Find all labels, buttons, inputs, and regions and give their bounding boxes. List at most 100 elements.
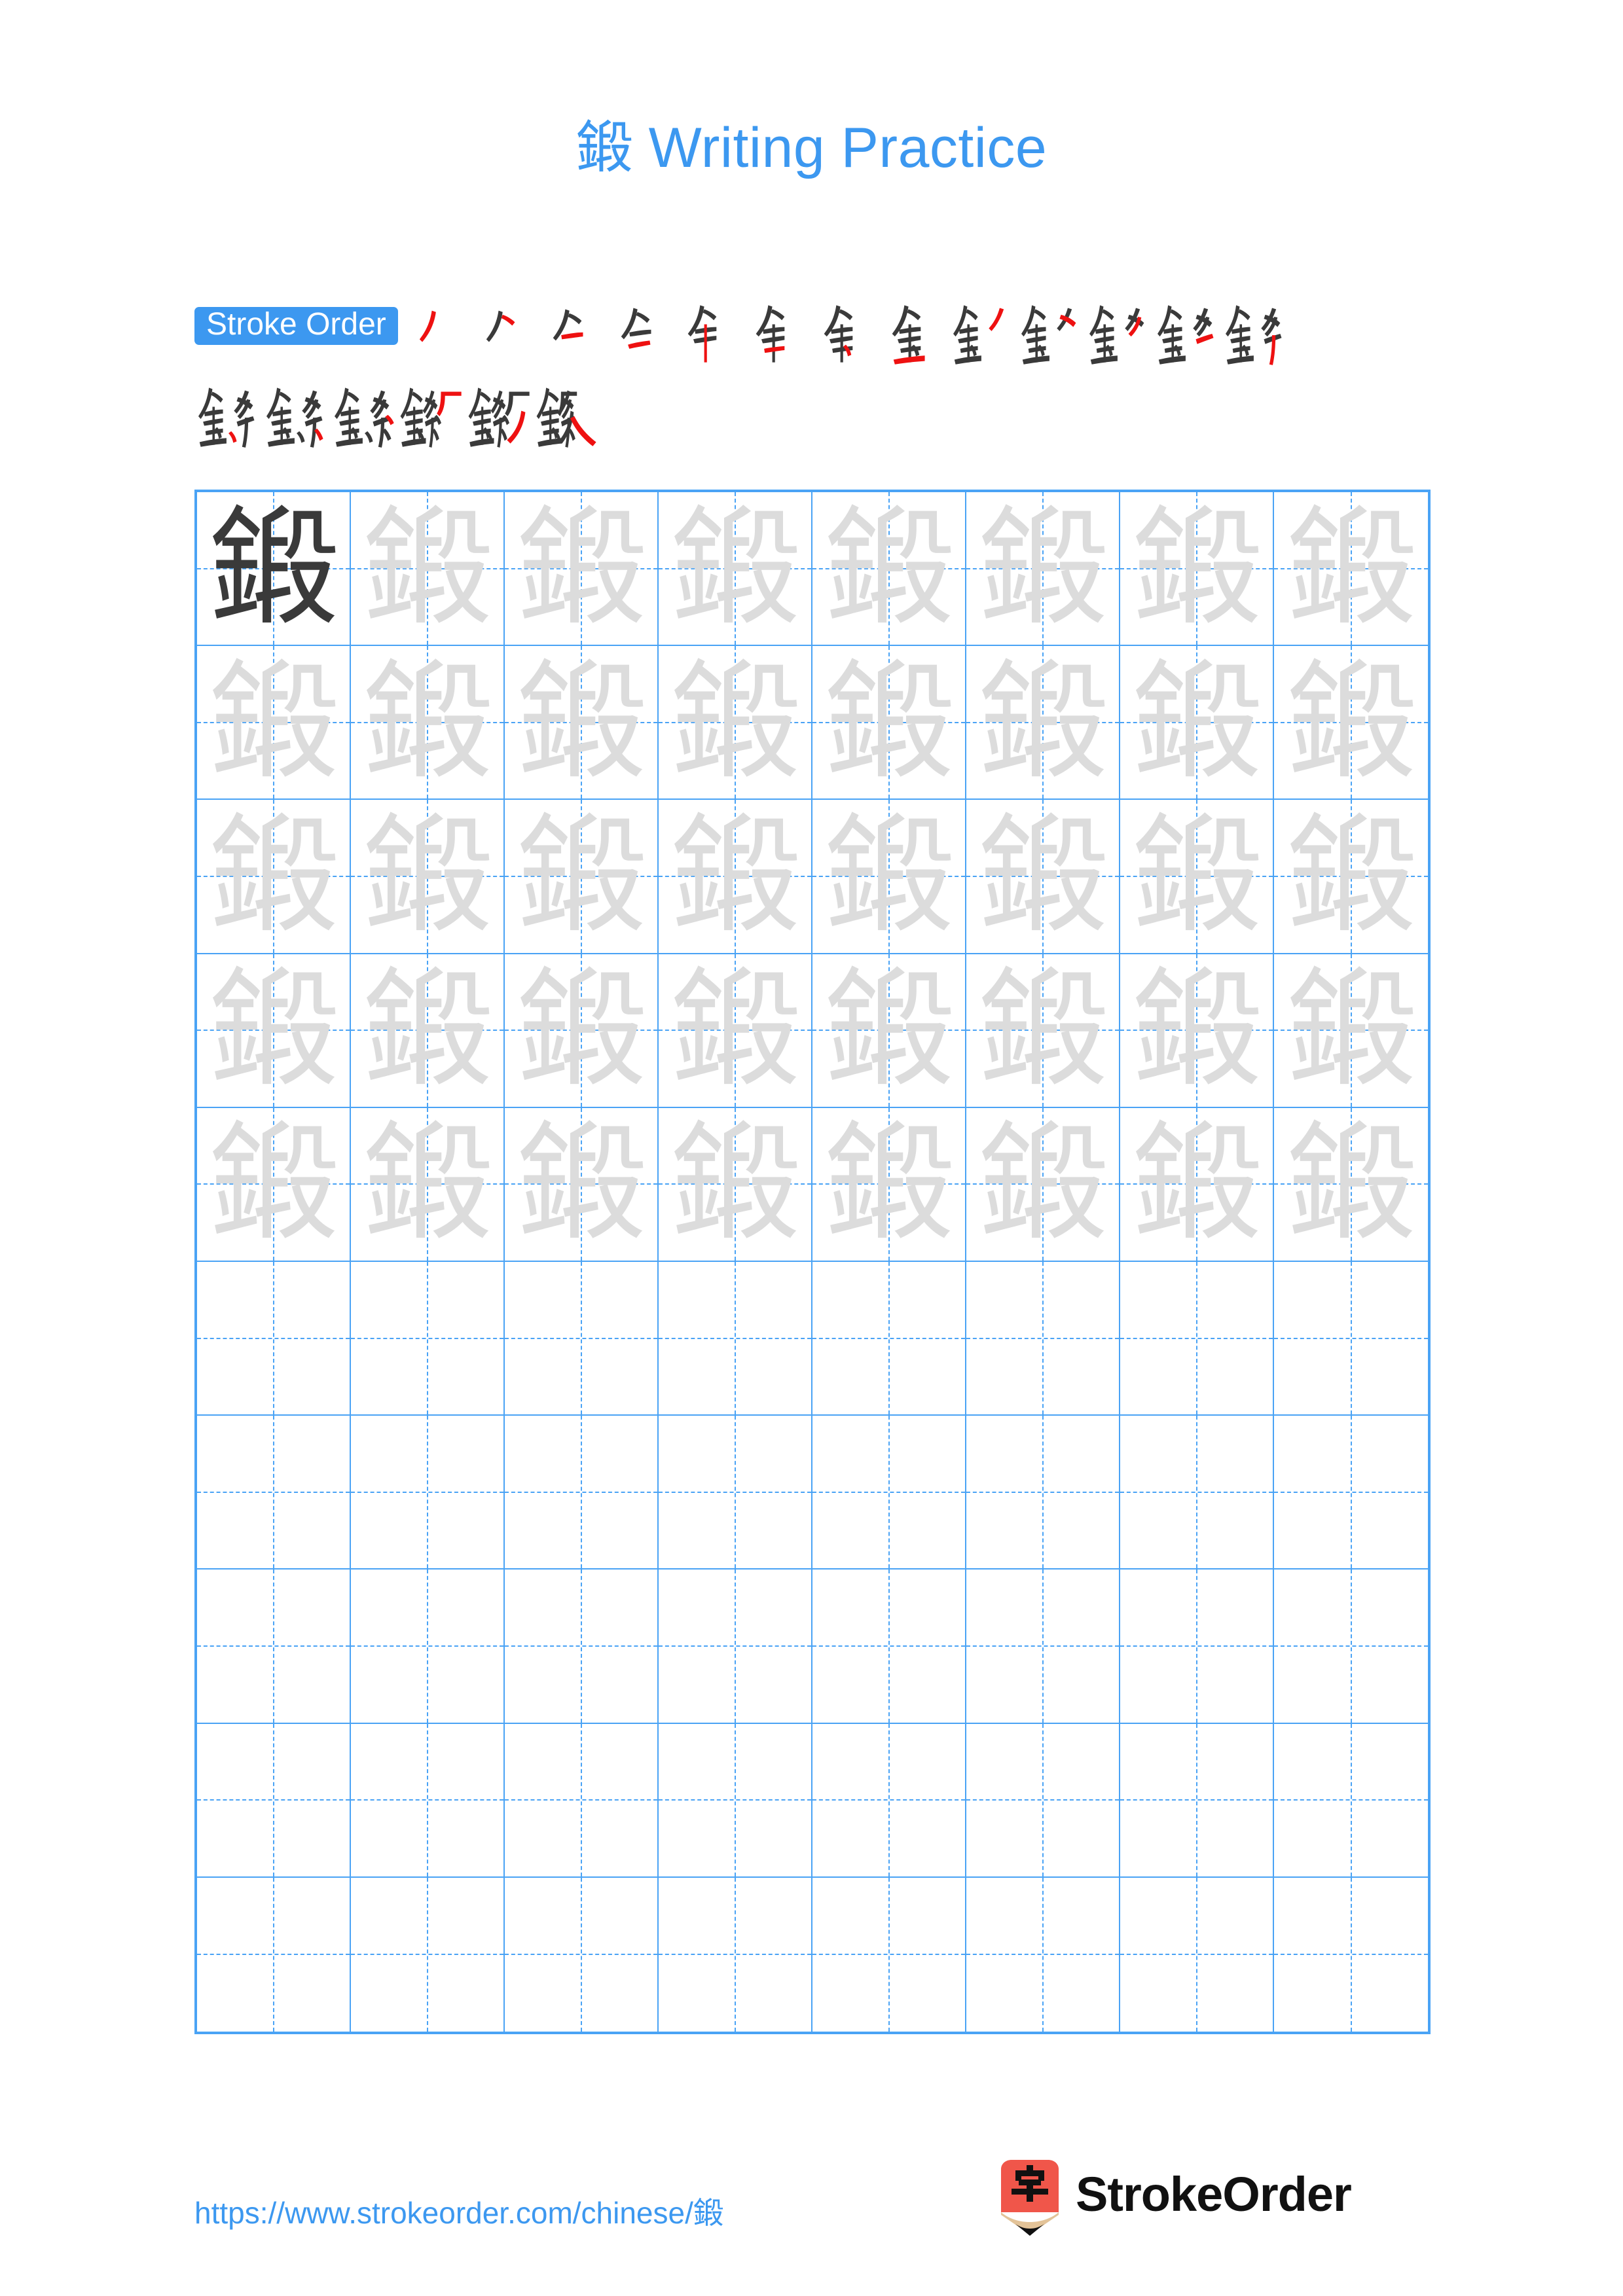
practice-cell[interactable]	[1274, 1416, 1428, 1570]
practice-cell[interactable]: 鍛	[351, 646, 505, 800]
practice-cell[interactable]	[1120, 1877, 1274, 2032]
practice-cell[interactable]	[966, 1877, 1120, 2032]
practice-cell[interactable]: 鍛	[812, 800, 966, 954]
practice-cell[interactable]	[659, 1570, 812, 1724]
practice-cell[interactable]: 鍛	[659, 954, 812, 1108]
practice-cell[interactable]	[351, 1723, 505, 1878]
practice-cell[interactable]: 鍛	[659, 1107, 812, 1262]
practice-cell[interactable]: 鍛	[966, 1107, 1120, 1262]
practice-cell[interactable]	[659, 1723, 812, 1878]
practice-cell[interactable]: 鍛	[966, 492, 1120, 647]
practice-cell[interactable]	[197, 1416, 351, 1570]
stroke-order-badge: Stroke Order	[194, 307, 398, 345]
practice-cell[interactable]	[351, 1416, 505, 1570]
practice-trace-character: 鍛	[1286, 956, 1415, 1105]
practice-cell[interactable]: 鍛	[812, 492, 966, 647]
practice-cell[interactable]	[1120, 1723, 1274, 1878]
practice-cell[interactable]	[812, 1877, 966, 2032]
practice-cell[interactable]: 鍛	[812, 954, 966, 1108]
practice-cell[interactable]	[1120, 1570, 1274, 1724]
practice-trace-character: 鍛	[1132, 1109, 1261, 1259]
practice-cell[interactable]: 鍛	[1274, 954, 1428, 1108]
practice-cell[interactable]	[966, 1723, 1120, 1878]
practice-cell[interactable]: 鍛	[197, 954, 351, 1108]
practice-cell[interactable]: 鍛	[197, 800, 351, 954]
practice-cell[interactable]	[1274, 1262, 1428, 1416]
practice-cell[interactable]: 鍛	[351, 954, 505, 1108]
practice-cell[interactable]	[197, 1877, 351, 2032]
practice-cell[interactable]: 鍛	[505, 492, 659, 647]
practice-cell[interactable]	[1120, 1416, 1274, 1570]
practice-cell[interactable]	[966, 1261, 1120, 1416]
practice-cell[interactable]: 鍛	[966, 954, 1120, 1108]
practice-cell[interactable]: 鍛	[966, 646, 1120, 800]
practice-cell[interactable]: 鍛	[505, 1107, 659, 1262]
practice-cell[interactable]	[1274, 1724, 1428, 1878]
practice-cell[interactable]	[505, 1416, 659, 1570]
practice-cell[interactable]	[812, 1570, 966, 1724]
practice-trace-character: 鍛	[517, 647, 646, 797]
practice-cell[interactable]: 鍛	[351, 800, 505, 954]
stroke-step-19-icon	[536, 387, 596, 448]
practice-cell[interactable]: 鍛	[197, 492, 351, 647]
practice-trace-character: 鍛	[209, 956, 338, 1105]
practice-cell[interactable]	[659, 1877, 812, 2032]
practice-cell[interactable]	[659, 1416, 812, 1570]
practice-cell[interactable]: 鍛	[1120, 1107, 1274, 1262]
practice-cell[interactable]	[1274, 1570, 1428, 1724]
practice-trace-character: 鍛	[824, 1109, 953, 1259]
practice-cell[interactable]: 鍛	[351, 492, 505, 647]
practice-trace-character: 鍛	[517, 493, 646, 643]
stroke-step-19	[535, 380, 603, 452]
practice-cell[interactable]	[197, 1261, 351, 1416]
practice-cell[interactable]	[1120, 1261, 1274, 1416]
practice-cell[interactable]: 鍛	[1120, 954, 1274, 1108]
practice-model-character: 鍛	[209, 493, 338, 643]
practice-cell[interactable]	[659, 1261, 812, 1416]
practice-cell[interactable]: 鍛	[1274, 492, 1428, 647]
practice-cell[interactable]	[812, 1416, 966, 1570]
practice-cell[interactable]: 鍛	[1274, 800, 1428, 954]
practice-cell[interactable]: 鍛	[1274, 646, 1428, 800]
practice-cell[interactable]: 鍛	[1274, 1108, 1428, 1262]
practice-cell[interactable]	[351, 1570, 505, 1724]
practice-cell[interactable]: 鍛	[505, 954, 659, 1108]
practice-cell[interactable]	[1274, 1878, 1428, 2032]
practice-cell[interactable]	[351, 1261, 505, 1416]
practice-cell[interactable]: 鍛	[812, 1107, 966, 1262]
practice-cell[interactable]: 鍛	[197, 646, 351, 800]
footer-url-link[interactable]: https://www.strokeorder.com/chinese/鍛	[194, 2189, 723, 2233]
practice-cell[interactable]	[505, 1877, 659, 2032]
practice-cell[interactable]	[505, 1570, 659, 1724]
practice-cell[interactable]: 鍛	[505, 800, 659, 954]
stroke-step-12-icon	[1157, 305, 1214, 365]
stroke-step-16	[331, 380, 399, 452]
pencil-logo-icon	[1001, 2160, 1059, 2236]
stroke-step-18-icon	[468, 387, 530, 448]
practice-trace-character: 鍛	[209, 1109, 338, 1259]
practice-cell[interactable]: 鍛	[1120, 646, 1274, 800]
practice-cell[interactable]: 鍛	[1120, 492, 1274, 647]
practice-cell[interactable]: 鍛	[659, 646, 812, 800]
practice-cell[interactable]	[812, 1723, 966, 1878]
stroke-step-11	[1085, 298, 1154, 370]
practice-cell[interactable]: 鍛	[659, 800, 812, 954]
practice-trace-character: 鍛	[978, 1109, 1107, 1259]
stroke-step-6-icon	[756, 305, 785, 363]
practice-cell[interactable]: 鍛	[197, 1107, 351, 1262]
practice-cell[interactable]	[505, 1723, 659, 1878]
practice-cell[interactable]	[966, 1416, 1120, 1570]
practice-cell[interactable]	[197, 1723, 351, 1878]
practice-cell[interactable]: 鍛	[659, 492, 812, 647]
practice-cell[interactable]	[351, 1877, 505, 2032]
practice-cell[interactable]	[966, 1570, 1120, 1724]
practice-cell[interactable]	[505, 1261, 659, 1416]
practice-cell[interactable]	[812, 1261, 966, 1416]
practice-trace-character: 鍛	[363, 956, 492, 1105]
practice-cell[interactable]: 鍛	[966, 800, 1120, 954]
practice-cell[interactable]: 鍛	[812, 646, 966, 800]
practice-cell[interactable]: 鍛	[505, 646, 659, 800]
practice-cell[interactable]	[197, 1570, 351, 1724]
practice-cell[interactable]: 鍛	[1120, 800, 1274, 954]
practice-cell[interactable]: 鍛	[351, 1107, 505, 1262]
